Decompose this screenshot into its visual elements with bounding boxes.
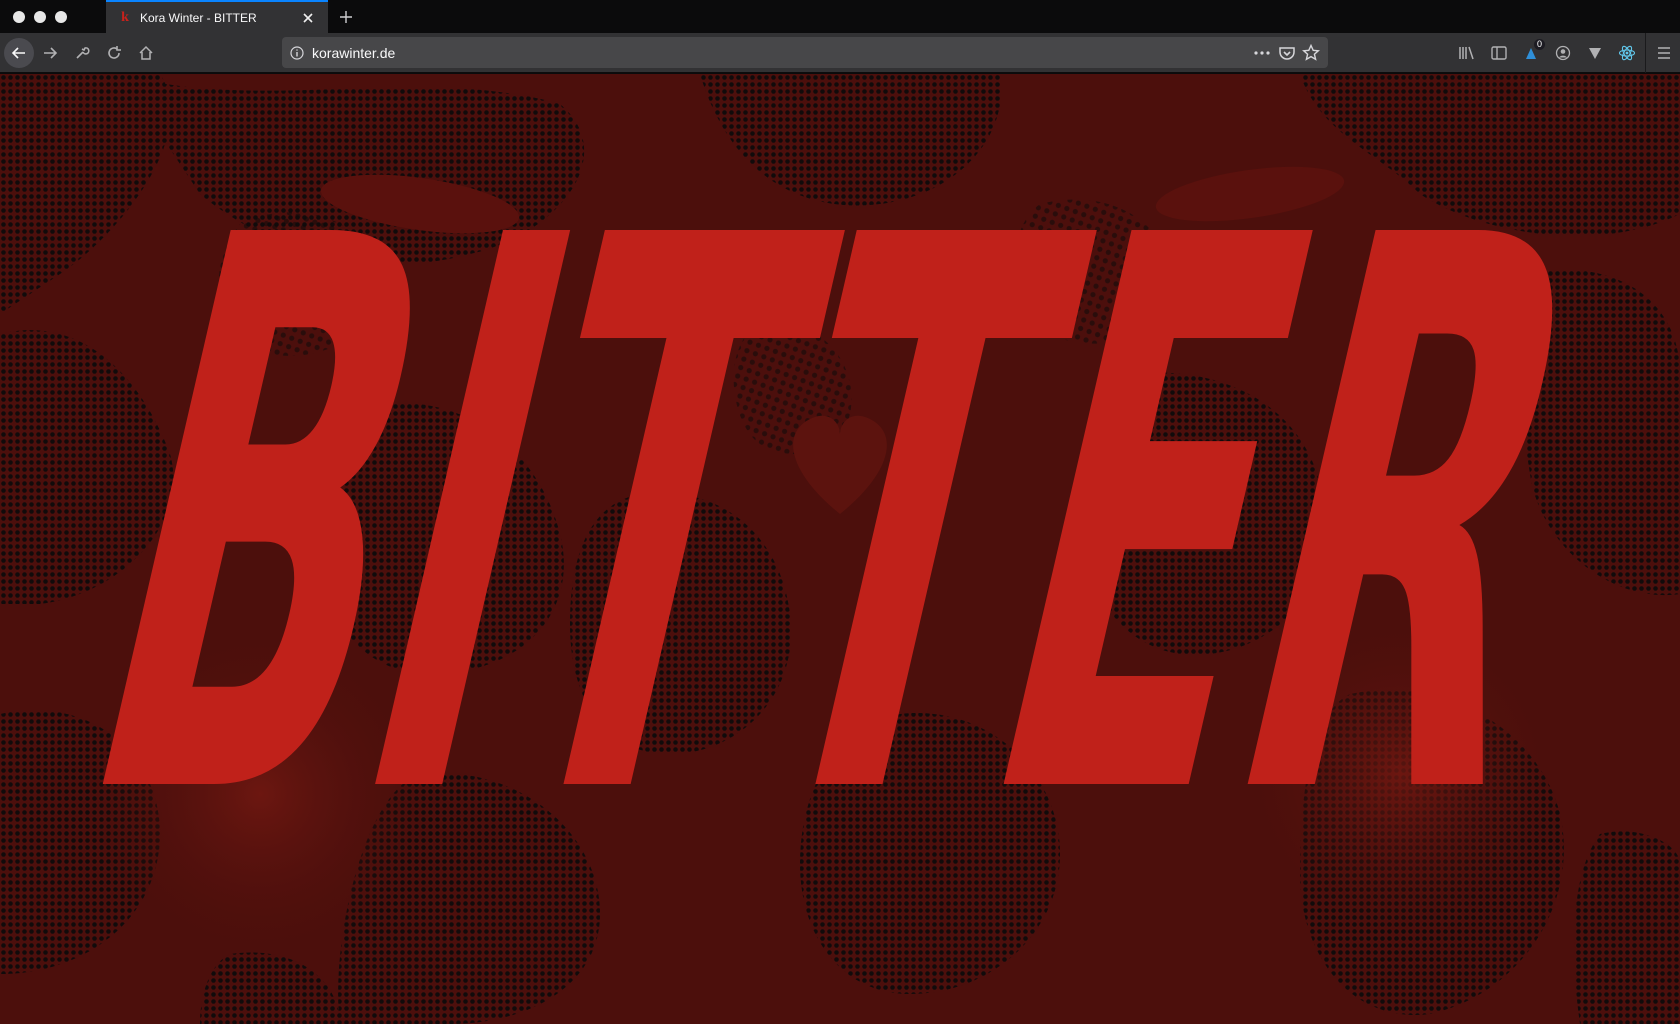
wrench-icon[interactable] — [66, 37, 98, 69]
library-icon[interactable] — [1451, 37, 1483, 69]
headline-text: BITTER — [29, 78, 1653, 963]
address-bar[interactable]: korawinter.de — [282, 37, 1328, 68]
bookmark-star-icon[interactable] — [1302, 43, 1320, 62]
close-tab-icon[interactable] — [300, 10, 316, 26]
close-window-button[interactable] — [13, 10, 25, 23]
toolbar-right: 0 — [1451, 33, 1680, 73]
minimize-window-button[interactable] — [34, 10, 46, 23]
zoom-window-button[interactable] — [55, 10, 67, 23]
navigation-toolbar: korawinter.de 0 — [0, 33, 1680, 73]
react-devtools-icon[interactable] — [1611, 37, 1643, 69]
page-viewport: BITTER — [0, 74, 1680, 1024]
vivaldi-extension-icon[interactable] — [1579, 37, 1611, 69]
back-button[interactable] — [4, 37, 34, 68]
forward-button[interactable] — [34, 37, 66, 69]
reload-button[interactable] — [98, 37, 130, 69]
favicon-icon: k — [121, 9, 129, 25]
sidebar-icon[interactable] — [1483, 37, 1515, 69]
account-icon[interactable] — [1547, 37, 1579, 69]
toolbar-separator — [1645, 33, 1646, 73]
tab-kora-winter[interactable]: k Kora Winter - BITTER — [106, 0, 328, 33]
extension-badge-icon[interactable]: 0 — [1515, 37, 1547, 69]
url-text[interactable]: korawinter.de — [312, 45, 1252, 61]
badge-count: 0 — [1533, 39, 1545, 50]
headline-bitter: BITTER — [0, 78, 1680, 963]
pocket-icon[interactable] — [1278, 45, 1296, 61]
tab-title: Kora Winter - BITTER — [140, 10, 257, 25]
site-info-icon[interactable] — [290, 45, 304, 60]
window-controls — [0, 0, 106, 33]
home-button[interactable] — [130, 37, 162, 69]
menu-hamburger-icon[interactable] — [1648, 37, 1680, 69]
tab-strip: k Kora Winter - BITTER — [0, 0, 1680, 33]
new-tab-button[interactable] — [328, 0, 364, 33]
headline-svg: BITTER — [29, 78, 1653, 963]
page-actions-icon[interactable] — [1252, 46, 1272, 60]
